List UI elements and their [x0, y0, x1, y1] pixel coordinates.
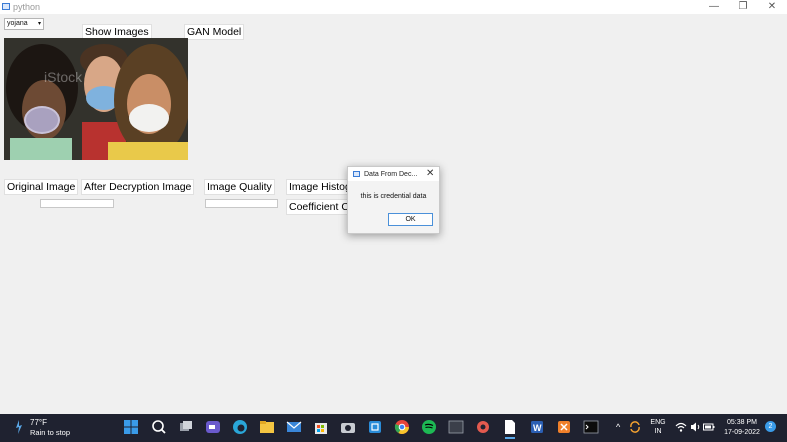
masked-people-photo: iStock — [4, 38, 188, 160]
ok-button[interactable]: OK — [388, 213, 433, 226]
window-title-bar — [0, 0, 787, 14]
original-image-button[interactable]: Original Image — [4, 179, 79, 195]
clock-date[interactable]: 17-09-2022 — [722, 428, 762, 437]
dialog-message: this is credential data — [360, 193, 427, 200]
active-app-indicator — [505, 437, 515, 439]
camera-icon[interactable] — [339, 418, 357, 436]
dialog-app-icon — [353, 171, 360, 177]
command-prompt-icon[interactable] — [582, 418, 600, 436]
scheme-select[interactable]: yojana ▾ — [4, 18, 44, 30]
scheme-select-value: yojana — [7, 20, 28, 27]
notification-badge[interactable]: 2 — [765, 421, 776, 432]
weather-condition[interactable]: Rain to stop — [30, 428, 70, 438]
search-icon[interactable] — [150, 418, 168, 436]
wifi-icon[interactable] — [675, 421, 687, 433]
after-decryption-image-button[interactable]: After Decryption Image — [81, 179, 195, 195]
quality-entry[interactable] — [205, 199, 278, 208]
snipping-tool-icon[interactable] — [366, 418, 384, 436]
minimize-button[interactable]: — — [707, 1, 721, 13]
file-explorer-icon[interactable] — [258, 418, 276, 436]
app-icon — [2, 3, 10, 10]
terminal-icon[interactable] — [447, 418, 465, 436]
volume-icon[interactable] — [689, 421, 701, 433]
tray-chevron-icon[interactable]: ^ — [616, 423, 620, 432]
task-view-icon[interactable] — [177, 418, 195, 436]
svg-text:W: W — [533, 423, 542, 433]
close-button[interactable]: ✕ — [765, 1, 779, 13]
dialog-title: Data From Dec... — [364, 171, 418, 178]
windows-start-icon[interactable] — [122, 418, 140, 436]
language-bottom[interactable]: IN — [648, 427, 668, 436]
settings-gear-icon[interactable] — [474, 418, 492, 436]
weather-temperature[interactable]: 77°F — [30, 418, 47, 428]
window-title: python — [13, 2, 41, 12]
xampp-icon[interactable] — [555, 418, 573, 436]
notepad-icon[interactable] — [501, 418, 519, 436]
mail-icon[interactable] — [285, 418, 303, 436]
decryption-entry[interactable] — [40, 199, 114, 208]
image-quality-button[interactable]: Image Quality — [204, 179, 275, 195]
meet-icon[interactable] — [204, 418, 222, 436]
sync-icon[interactable] — [628, 420, 642, 434]
store-icon[interactable] — [312, 418, 330, 436]
photo-image: iStock — [4, 38, 188, 160]
word-icon[interactable]: W — [528, 418, 546, 436]
chrome-icon[interactable] — [393, 418, 411, 436]
gan-model-button[interactable]: GAN Model — [184, 24, 245, 40]
chevron-down-icon[interactable]: ▾ — [38, 19, 41, 29]
language-top[interactable]: ENG — [648, 418, 668, 427]
battery-icon[interactable] — [703, 422, 715, 432]
watermark-text: iStock — [44, 69, 83, 85]
maximize-button[interactable]: ❐ — [736, 1, 750, 13]
dialog-close-icon[interactable]: ✕ — [426, 168, 434, 180]
weather-icon[interactable] — [13, 418, 25, 436]
message-dialog: Data From Dec... ✕ this is credential da… — [347, 166, 440, 234]
edge-icon[interactable] — [231, 418, 249, 436]
clock-time[interactable]: 05:38 PM — [722, 418, 762, 427]
spotify-icon[interactable] — [420, 418, 438, 436]
